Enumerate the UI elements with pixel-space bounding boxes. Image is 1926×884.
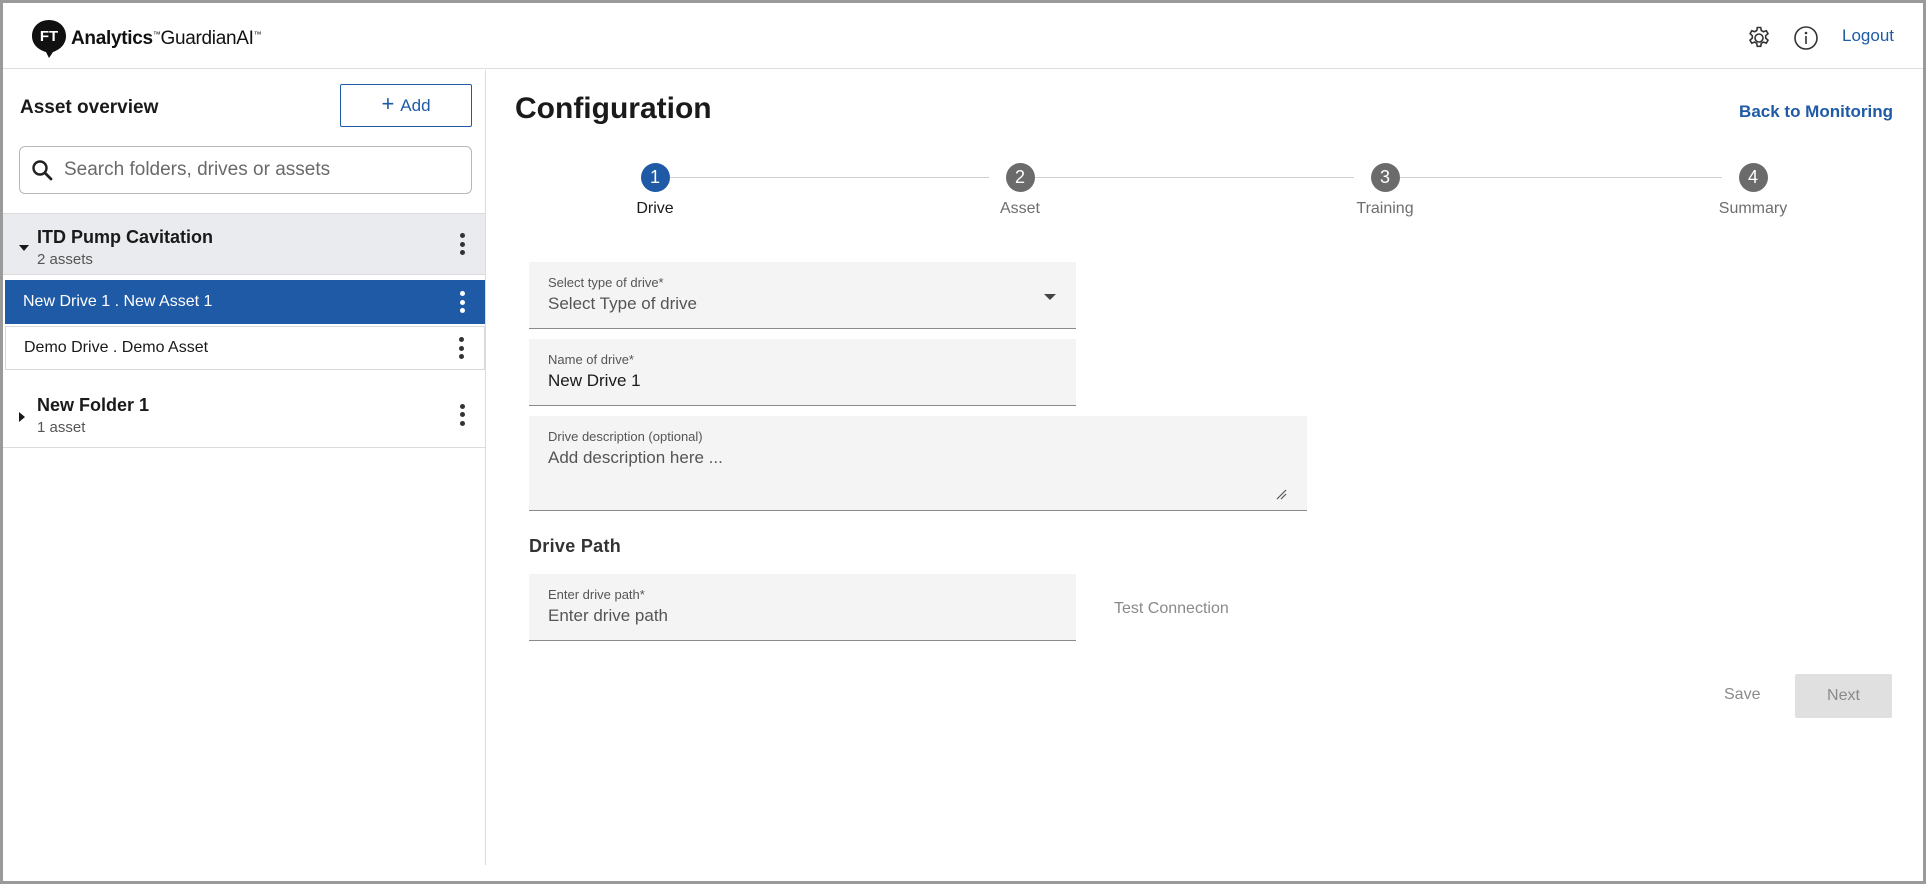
search-box [19, 146, 472, 194]
page-title: Configuration [515, 92, 712, 125]
brand-product: GuardianAI [160, 28, 254, 49]
test-connection-button[interactable]: Test Connection [1114, 600, 1229, 618]
step-summary[interactable]: 4 Summary [1693, 163, 1813, 218]
plus-icon: + [381, 90, 395, 116]
step-number: 1 [640, 163, 670, 192]
stepper: 1 Drive 2 Asset 3 Training 4 Summary [487, 158, 1923, 228]
step-number: 4 [1738, 163, 1768, 192]
asset-row-label: New Drive 1 . New Asset 1 [23, 293, 213, 310]
step-label: Training [1356, 200, 1414, 217]
drive-path-field[interactable]: Enter drive path* Enter drive path [529, 574, 1076, 641]
more-options-icon[interactable] [458, 337, 464, 359]
drive-name-field[interactable]: Name of drive* New Drive 1 [529, 339, 1076, 406]
brand-analytics: Analytics [71, 28, 153, 49]
folder-name: ITD Pump Cavitation [37, 227, 214, 247]
drive-description-label: Drive description (optional) [548, 429, 703, 444]
step-label: Drive [636, 200, 674, 217]
drive-type-label: Select type of drive* [548, 275, 664, 290]
step-training[interactable]: 3 Training [1325, 163, 1445, 218]
more-options-icon[interactable] [459, 291, 465, 313]
resize-handle-icon[interactable] [1275, 488, 1287, 500]
gear-icon[interactable] [1746, 25, 1772, 51]
step-drive[interactable]: 1 Drive [595, 163, 715, 218]
trademark-mark: ™ [152, 30, 161, 39]
drive-description-placeholder[interactable]: Add description here ... [548, 448, 723, 468]
drive-type-value: Select Type of drive [548, 294, 697, 313]
brand-logo: FT Analytics™GuardianAI™ [31, 19, 262, 59]
brand-name: Analytics™GuardianAI™ [71, 28, 262, 50]
drive-type-select[interactable]: Select type of drive* Select Type of dri… [529, 262, 1076, 329]
folder-asset-count: 1 asset [37, 419, 86, 436]
step-number: 2 [1005, 163, 1035, 192]
dropdown-caret-icon[interactable] [1044, 294, 1056, 300]
next-button[interactable]: Next [1795, 674, 1892, 718]
add-button-label: Add [400, 95, 431, 115]
folder-row[interactable]: New Folder 1 1 asset [3, 382, 485, 448]
logout-link[interactable]: Logout [1842, 26, 1894, 46]
drive-path-heading: Drive Path [529, 536, 622, 556]
asset-sidebar: Asset overview + Add ITD Pump Cavitation… [3, 70, 486, 865]
trademark-mark: ™ [253, 30, 262, 39]
folder-row[interactable]: ITD Pump Cavitation 2 assets [3, 213, 485, 275]
drive-name-label: Name of drive* [548, 352, 634, 367]
ft-logo-icon: FT [31, 19, 67, 59]
step-asset[interactable]: 2 Asset [960, 163, 1080, 218]
search-icon [32, 160, 53, 181]
top-bar: FT Analytics™GuardianAI™ Logout [3, 3, 1923, 69]
folder-asset-count: 2 assets [37, 251, 93, 268]
drive-description-field[interactable]: Drive description (optional) Add descrip… [529, 416, 1307, 511]
asset-row[interactable]: Demo Drive . Demo Asset [5, 326, 485, 370]
add-button[interactable]: + Add [340, 84, 472, 127]
drive-name-value[interactable]: New Drive 1 [548, 371, 641, 391]
app-window: FT Analytics™GuardianAI™ Logout Asset ov [0, 0, 1926, 884]
main-content: Configuration Back to Monitoring 1 Drive… [487, 70, 1923, 865]
search-input[interactable] [64, 159, 444, 181]
step-label: Asset [999, 200, 1040, 217]
caret-down-icon[interactable] [19, 245, 29, 251]
info-icon[interactable] [1793, 25, 1819, 51]
asset-row-selected[interactable]: New Drive 1 . New Asset 1 [5, 280, 485, 324]
more-options-icon[interactable] [459, 403, 465, 426]
step-number: 3 [1370, 163, 1400, 192]
step-label: Summary [1718, 200, 1788, 217]
back-to-monitoring-link[interactable]: Back to Monitoring [1739, 102, 1893, 122]
caret-right-icon[interactable] [19, 412, 25, 422]
sidebar-title: Asset overview [20, 97, 159, 118]
svg-text:FT: FT [40, 28, 58, 45]
drive-path-label: Enter drive path* [548, 587, 645, 602]
drive-path-placeholder[interactable]: Enter drive path [548, 606, 668, 626]
asset-row-label: Demo Drive . Demo Asset [24, 339, 209, 356]
folder-name: New Folder 1 [37, 395, 150, 415]
more-options-icon[interactable] [459, 233, 465, 255]
save-button[interactable]: Save [1724, 686, 1760, 704]
